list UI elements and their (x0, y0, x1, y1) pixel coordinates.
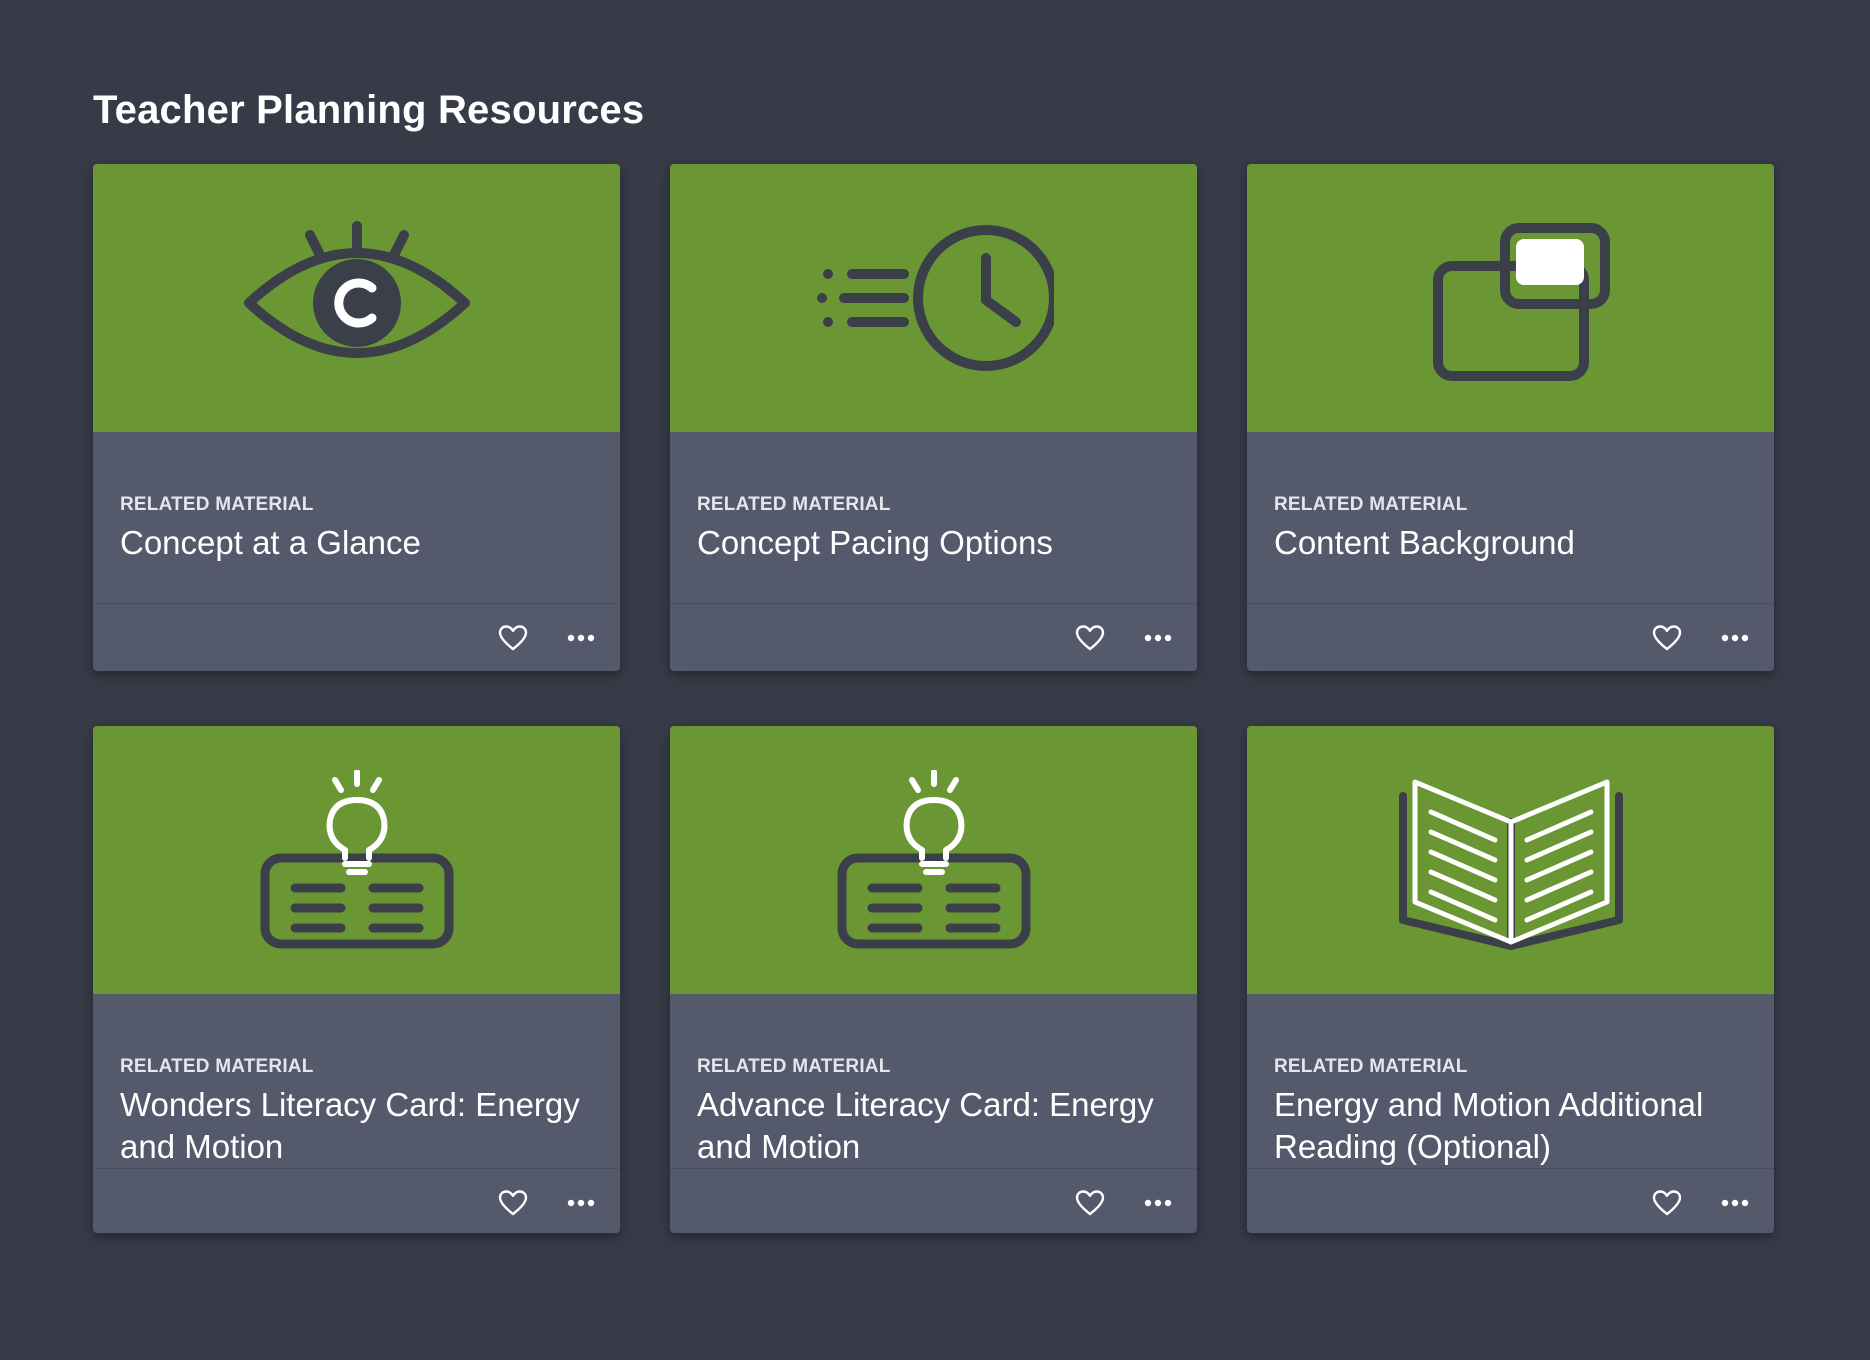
card-footer (93, 603, 620, 671)
card-kicker: RELATED MATERIAL (697, 494, 891, 515)
card-kicker: RELATED MATERIAL (697, 1056, 891, 1077)
card-title[interactable]: Concept at a Glance (120, 522, 594, 564)
resource-card-wonders-literacy-card[interactable]: RELATED MATERIAL Wonders Literacy Card: … (93, 726, 620, 1233)
more-options-button[interactable] (560, 1182, 602, 1224)
more-options-button[interactable] (1137, 1182, 1179, 1224)
favorite-button[interactable] (1069, 1182, 1111, 1224)
heart-icon (1075, 1189, 1105, 1215)
card-body: RELATED MATERIAL Energy and Motion Addit… (1247, 994, 1774, 1168)
more-options-button[interactable] (1137, 617, 1179, 659)
ellipsis-icon (567, 634, 595, 641)
favorite-button[interactable] (492, 617, 534, 659)
favorite-button[interactable] (1646, 1182, 1688, 1224)
card-thumbnail[interactable] (670, 164, 1197, 432)
card-title[interactable]: Content Background (1274, 522, 1748, 564)
card-thumbnail[interactable] (93, 164, 620, 432)
ellipsis-icon (1721, 1199, 1749, 1206)
resource-card-additional-reading[interactable]: RELATED MATERIAL Energy and Motion Addit… (1247, 726, 1774, 1233)
favorite-button[interactable] (1646, 617, 1688, 659)
card-kicker: RELATED MATERIAL (1274, 494, 1468, 515)
ellipsis-icon (1144, 1199, 1172, 1206)
card-footer (1247, 603, 1774, 671)
card-footer (670, 603, 1197, 671)
card-thumbnail[interactable] (1247, 726, 1774, 994)
card-body: RELATED MATERIAL Content Background (1247, 432, 1774, 603)
heart-icon (1652, 624, 1682, 650)
card-kicker: RELATED MATERIAL (1274, 1056, 1468, 1077)
heart-icon (498, 624, 528, 650)
resource-card-content-background[interactable]: RELATED MATERIAL Content Background (1247, 164, 1774, 671)
favorite-button[interactable] (492, 1182, 534, 1224)
favorite-button[interactable] (1069, 617, 1111, 659)
ellipsis-icon (1721, 634, 1749, 641)
card-body: RELATED MATERIAL Concept Pacing Options (670, 432, 1197, 603)
resource-card-concept-pacing-options[interactable]: RELATED MATERIAL Concept Pacing Options (670, 164, 1197, 671)
lightbulb-card-icon (837, 770, 1030, 949)
resource-card-concept-at-a-glance[interactable]: RELATED MATERIAL Concept at a Glance (93, 164, 620, 671)
card-kicker: RELATED MATERIAL (120, 494, 314, 515)
card-body: RELATED MATERIAL Concept at a Glance (93, 432, 620, 603)
card-footer (1247, 1168, 1774, 1233)
card-title[interactable]: Concept Pacing Options (697, 522, 1171, 564)
card-title[interactable]: Energy and Motion Additional Reading (Op… (1274, 1084, 1748, 1168)
card-thumbnail[interactable] (93, 726, 620, 994)
ellipsis-icon (1144, 634, 1172, 641)
more-options-button[interactable] (1714, 1182, 1756, 1224)
card-title[interactable]: Wonders Literacy Card: Energy and Motion (120, 1084, 594, 1168)
windows-icon (1432, 223, 1610, 381)
card-title[interactable]: Advance Literacy Card: Energy and Motion (697, 1084, 1171, 1168)
resource-grid: RELATED MATERIAL Concept at a Glance REL… (93, 164, 1775, 1233)
resource-card-advance-literacy-card[interactable]: RELATED MATERIAL Advance Literacy Card: … (670, 726, 1197, 1233)
clock-icon (816, 225, 1054, 371)
card-footer (670, 1168, 1197, 1233)
card-thumbnail[interactable] (1247, 164, 1774, 432)
open-book-icon (1398, 779, 1623, 950)
lightbulb-card-icon (260, 770, 453, 949)
eye-icon (243, 221, 470, 358)
card-thumbnail[interactable] (670, 726, 1197, 994)
card-footer (93, 1168, 620, 1233)
heart-icon (498, 1189, 528, 1215)
section-title: Teacher Planning Resources (93, 88, 645, 132)
more-options-button[interactable] (560, 617, 602, 659)
heart-icon (1075, 624, 1105, 650)
card-body: RELATED MATERIAL Advance Literacy Card: … (670, 994, 1197, 1168)
card-body: RELATED MATERIAL Wonders Literacy Card: … (93, 994, 620, 1168)
ellipsis-icon (567, 1199, 595, 1206)
card-kicker: RELATED MATERIAL (120, 1056, 314, 1077)
heart-icon (1652, 1189, 1682, 1215)
more-options-button[interactable] (1714, 617, 1756, 659)
